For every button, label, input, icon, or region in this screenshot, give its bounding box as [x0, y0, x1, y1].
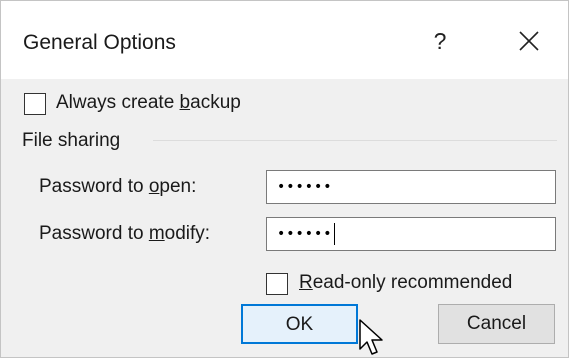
ok-button[interactable]: OK	[241, 304, 358, 344]
password-modify-field[interactable]: ••••••	[266, 217, 556, 251]
readonly-label-accesskey: R	[299, 272, 313, 293]
readonly-label-post: ead-only recommended	[312, 272, 513, 293]
password-modify-label: Password to modify:	[39, 222, 210, 246]
file-sharing-group-label: File sharing	[22, 130, 121, 151]
backup-label-post: ackup	[190, 92, 241, 113]
password-open-label-post: pen:	[159, 176, 197, 197]
group-divider	[153, 140, 557, 141]
password-open-label-accesskey: o	[148, 176, 160, 197]
title-bar: General Options ?	[1, 1, 568, 79]
dialog-title: General Options	[23, 31, 176, 54]
backup-label[interactable]: Always create backup	[56, 91, 241, 115]
backup-checkbox[interactable]	[24, 93, 46, 115]
cancel-button[interactable]: Cancel	[438, 304, 555, 344]
general-options-dialog: General Options ? Always create backup F…	[0, 0, 569, 358]
close-icon	[519, 31, 539, 51]
password-modify-value: ••••••	[277, 226, 333, 242]
password-modify-label-accesskey: m	[148, 223, 165, 244]
password-modify-label-post: odify:	[164, 223, 211, 244]
password-modify-label-pre: Password to	[39, 223, 149, 244]
readonly-label[interactable]: Read-only recommended	[299, 271, 512, 295]
password-open-value: ••••••	[277, 179, 333, 195]
mouse-pointer-icon	[359, 319, 383, 355]
password-open-field[interactable]: ••••••	[266, 170, 556, 204]
text-caret	[333, 223, 335, 245]
backup-label-pre: Always create	[56, 92, 180, 113]
backup-label-accesskey: b	[179, 92, 191, 113]
readonly-checkbox[interactable]	[266, 273, 288, 295]
help-button[interactable]: ?	[423, 21, 457, 61]
password-open-label: Password to open:	[39, 175, 196, 199]
password-open-label-pre: Password to	[39, 176, 149, 197]
close-button[interactable]	[509, 21, 549, 61]
